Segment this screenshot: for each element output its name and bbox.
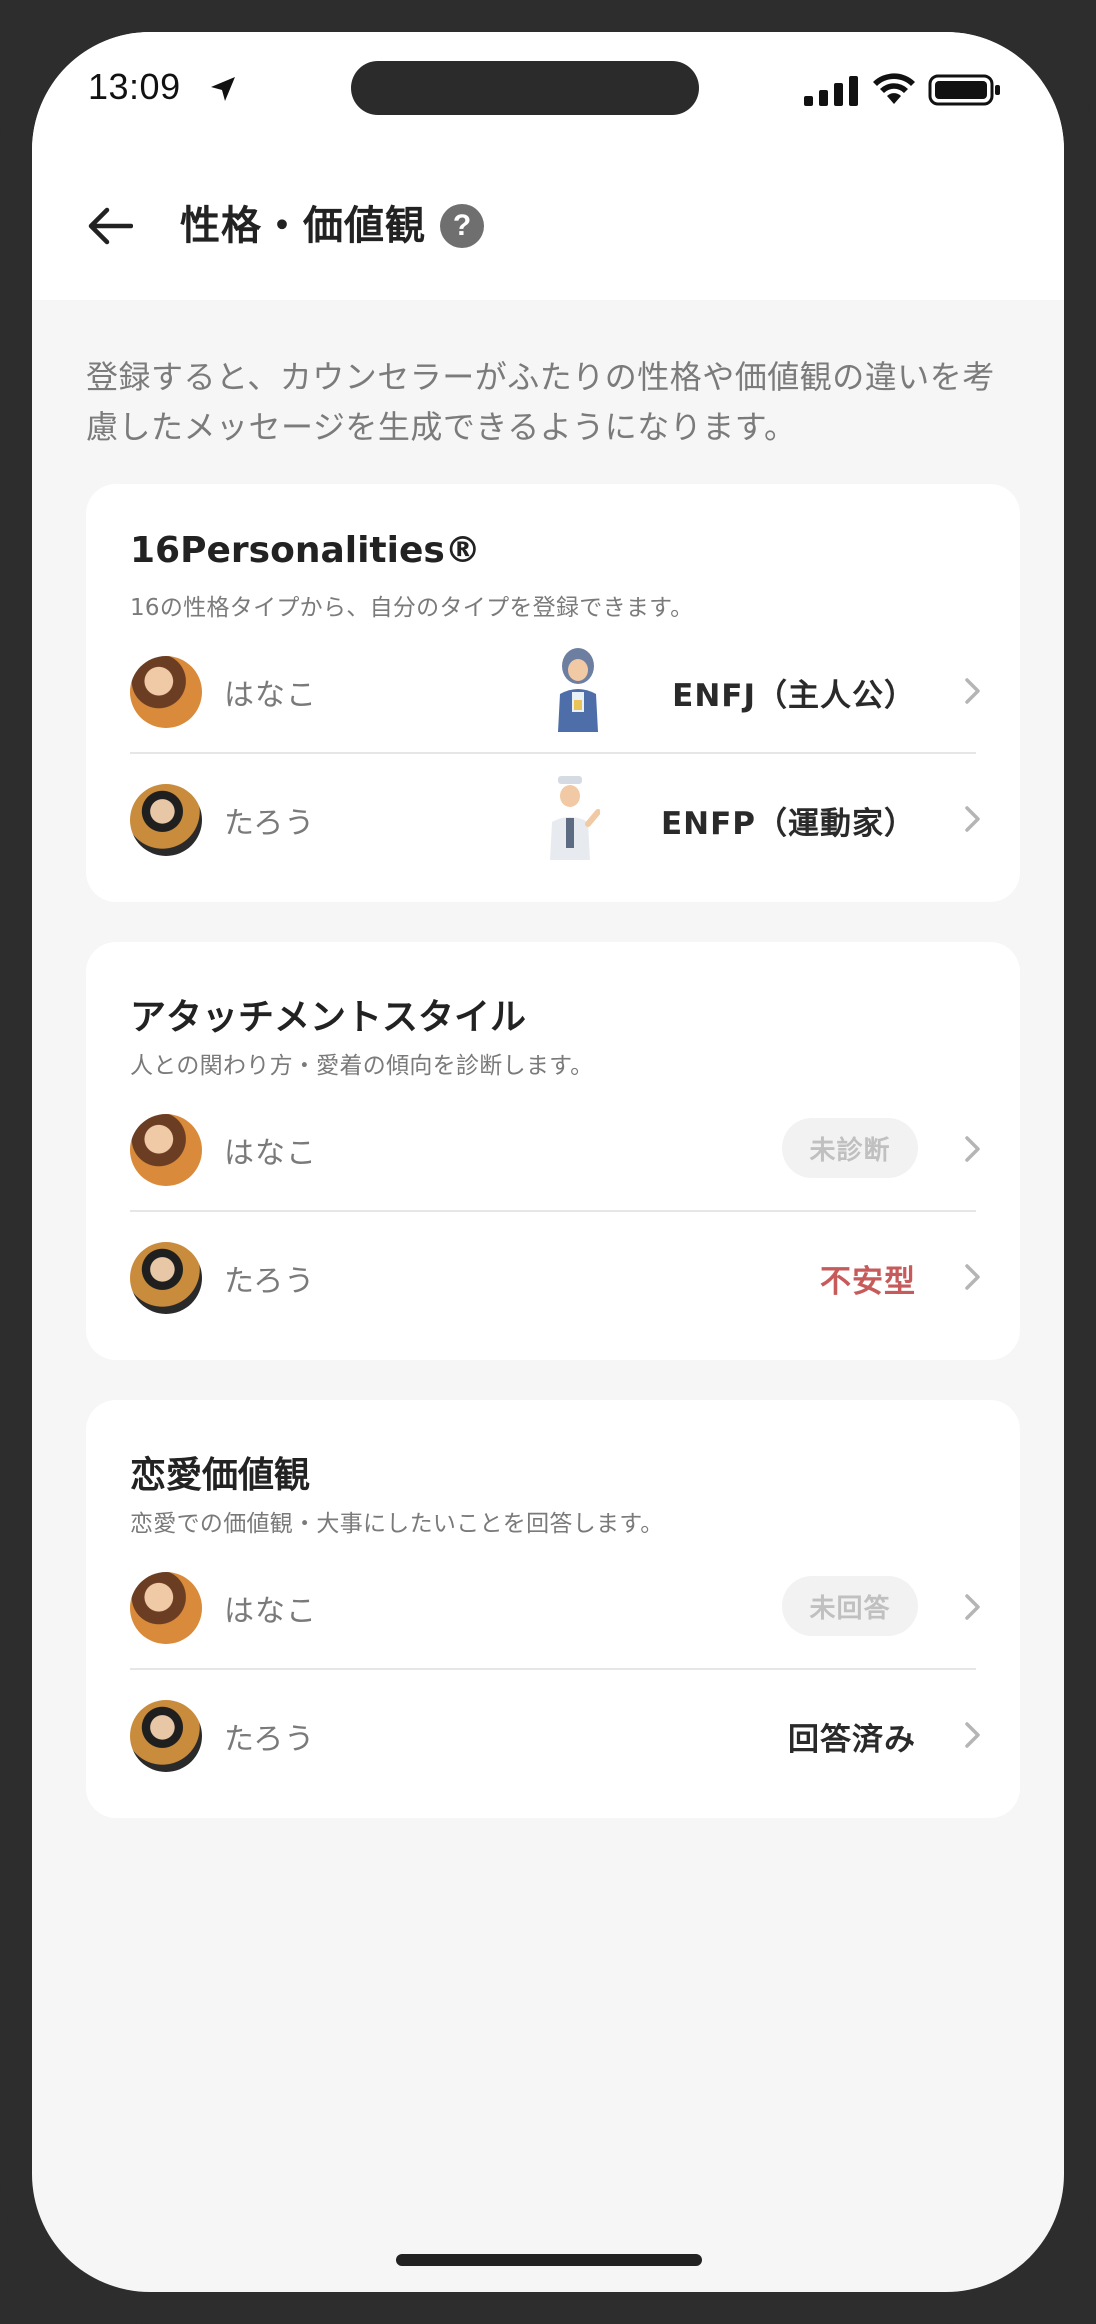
love-values-value: 回答済み — [788, 1722, 916, 1758]
card-subtitle: 16の性格タイプから、自分のタイプを登録できます。 — [130, 595, 694, 621]
avatar — [130, 1700, 202, 1772]
personality-value: ENFJ（主人公） — [672, 678, 916, 714]
status-badge: 未回答 — [782, 1576, 918, 1636]
intro-text: 登録すると、カウンセラーがふたりの性格や価値観の違いを考慮したメッセージを生成で… — [86, 358, 995, 446]
personality-row-hanako[interactable]: はなこ ENFJ（主人公） — [86, 626, 1020, 752]
card-title: 16Personalities® — [130, 530, 481, 571]
card-title: アタッチメントスタイル — [130, 997, 527, 1038]
avatar — [130, 1114, 202, 1186]
chevron-right-icon — [965, 678, 980, 704]
row-name: はなこ — [224, 1594, 317, 1629]
arrow-left-icon — [88, 207, 133, 245]
page-title: 性格・価値観 — [180, 203, 426, 249]
avatar — [130, 656, 202, 728]
attachment-row-taro[interactable]: たろう 不安型 — [86, 1212, 1020, 1338]
row-name: はなこ — [224, 1136, 317, 1171]
love-values-row-hanako[interactable]: はなこ 未回答 — [86, 1542, 1020, 1668]
row-name: たろう — [224, 1722, 316, 1757]
back-button[interactable] — [82, 198, 138, 254]
chevron-right-icon — [965, 806, 980, 832]
chevron-right-icon — [965, 1594, 980, 1620]
personality-value: ENFP（運動家） — [660, 806, 916, 842]
chevron-right-icon — [965, 1264, 980, 1290]
card-subtitle: 恋愛での価値観・大事にしたいことを回答します。 — [130, 1511, 664, 1537]
row-name: たろう — [224, 1264, 316, 1299]
row-name: はなこ — [224, 678, 317, 713]
status-time: 13:09 — [88, 66, 181, 107]
chevron-right-icon — [965, 1722, 980, 1748]
chevron-right-icon — [965, 1136, 980, 1162]
cellular-signal-icon — [804, 76, 858, 106]
attachment-value: 不安型 — [820, 1264, 916, 1300]
avatar — [130, 1242, 202, 1314]
avatar — [130, 784, 202, 856]
attachment-style-card: アタッチメントスタイル 人との関わり方・愛着の傾向を診断します。 はなこ 未診断… — [86, 942, 1020, 1360]
location-arrow-icon — [211, 77, 235, 101]
attachment-row-hanako[interactable]: はなこ 未診断 — [86, 1084, 1020, 1210]
dynamic-island — [351, 61, 699, 115]
status-badge: 未診断 — [782, 1118, 918, 1178]
row-name: たろう — [224, 806, 316, 841]
love-values-card: 恋愛価値観 恋愛での価値観・大事にしたいことを回答します。 はなこ 未回答 たろ… — [86, 1400, 1020, 1818]
battery-icon — [928, 74, 1000, 106]
avatar — [130, 1572, 202, 1644]
enfp-campaigner-icon — [550, 776, 600, 860]
phone-frame: 13:09 性格・価値観 ? 登録すると、カウンセラーがふたりの性格や価値観の違… — [0, 0, 1096, 2324]
card-title: 恋愛価値観 — [130, 1455, 311, 1496]
question-circle-icon[interactable]: ? — [440, 204, 484, 248]
love-values-row-taro[interactable]: たろう 回答済み — [86, 1670, 1020, 1796]
screen: 13:09 性格・価値観 ? 登録すると、カウンセラーがふたりの性格や価値観の違… — [32, 32, 1064, 2292]
wifi-icon — [873, 73, 915, 104]
card-subtitle: 人との関わり方・愛着の傾向を診断します。 — [130, 1053, 594, 1079]
enfj-protagonist-icon — [558, 648, 598, 732]
home-indicator[interactable] — [396, 2254, 702, 2266]
personality-row-taro[interactable]: たろう ENFP（運動家） — [86, 754, 1020, 880]
personalities-card: 16Personalities® 16の性格タイプから、自分のタイプを登録できま… — [86, 484, 1020, 902]
